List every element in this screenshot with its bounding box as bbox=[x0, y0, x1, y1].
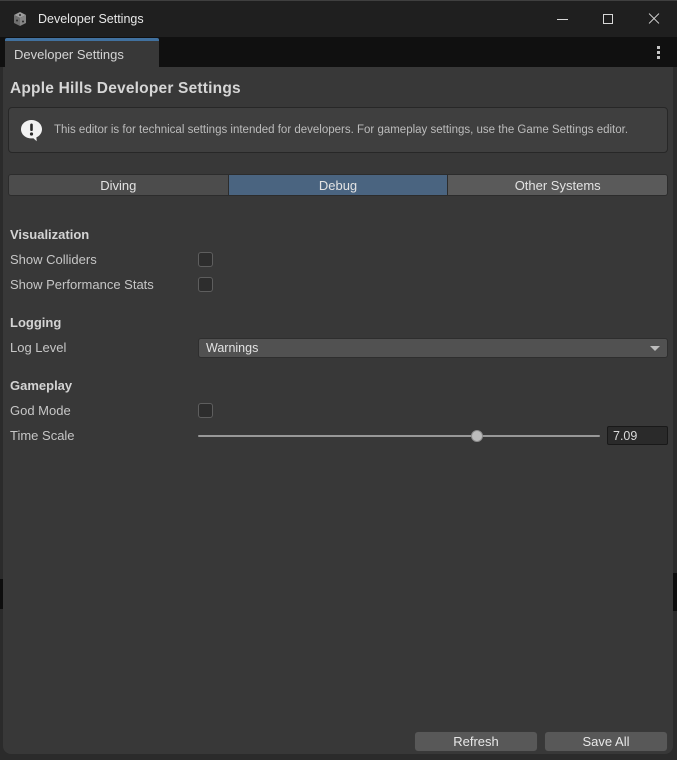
title-bar: Developer Settings bbox=[0, 1, 677, 37]
editor-tab-strip: Developer Settings bbox=[0, 37, 677, 67]
window-controls bbox=[539, 1, 677, 37]
time-scale-slider[interactable] bbox=[198, 429, 600, 443]
section-logging: Logging Log Level Warnings bbox=[8, 315, 668, 360]
page-title: Apple Hills Developer Settings bbox=[10, 80, 668, 98]
field-label: Show Performance Stats bbox=[10, 277, 198, 292]
log-level-value: Warnings bbox=[206, 341, 258, 355]
god-mode-checkbox[interactable] bbox=[198, 403, 213, 418]
row-show-performance-stats: Show Performance Stats bbox=[8, 272, 668, 297]
field-label: Show Colliders bbox=[10, 252, 198, 267]
section-title: Visualization bbox=[10, 227, 668, 242]
row-log-level: Log Level Warnings bbox=[8, 335, 668, 360]
save-all-button[interactable]: Save All bbox=[544, 731, 668, 752]
log-level-dropdown[interactable]: Warnings bbox=[198, 338, 668, 358]
refresh-button[interactable]: Refresh bbox=[414, 731, 538, 752]
section-visualization: Visualization Show Colliders Show Perfor… bbox=[8, 227, 668, 297]
help-box: This editor is for technical settings in… bbox=[8, 107, 668, 153]
close-button[interactable] bbox=[631, 1, 677, 37]
background-sliver-right bbox=[673, 573, 677, 611]
tab-label: Developer Settings bbox=[14, 47, 124, 62]
field-label: Time Scale bbox=[10, 428, 198, 443]
field-label: Log Level bbox=[10, 340, 198, 355]
developer-settings-window: Developer Settings Developer Settings Ap… bbox=[0, 0, 677, 760]
background-sliver-left bbox=[0, 579, 3, 609]
row-god-mode: God Mode bbox=[8, 398, 668, 423]
maximize-button[interactable] bbox=[585, 1, 631, 37]
slider-track[interactable] bbox=[198, 435, 600, 437]
time-scale-slider-handle[interactable] bbox=[471, 430, 483, 442]
field-label: God Mode bbox=[10, 403, 198, 418]
tab-debug[interactable]: Debug bbox=[229, 175, 448, 195]
show-colliders-checkbox[interactable] bbox=[198, 252, 213, 267]
tab-diving[interactable]: Diving bbox=[9, 175, 228, 195]
time-scale-value-field[interactable]: 7.09 bbox=[607, 426, 668, 445]
minimize-button[interactable] bbox=[539, 1, 585, 37]
show-performance-stats-checkbox[interactable] bbox=[198, 277, 213, 292]
row-show-colliders: Show Colliders bbox=[8, 247, 668, 272]
chevron-down-icon bbox=[650, 346, 660, 351]
row-time-scale: Time Scale 7.09 bbox=[8, 423, 668, 448]
window-title: Developer Settings bbox=[38, 12, 144, 26]
tab-developer-settings[interactable]: Developer Settings bbox=[5, 38, 159, 67]
section-gameplay: Gameplay God Mode Time Scale 7.09 bbox=[8, 378, 668, 448]
minimize-icon bbox=[557, 19, 568, 20]
footer-actions: Refresh Save All bbox=[414, 731, 668, 752]
section-title: Gameplay bbox=[10, 378, 668, 393]
tab-menu-button[interactable] bbox=[650, 43, 666, 61]
maximize-icon bbox=[603, 14, 613, 24]
window-dice-icon bbox=[11, 10, 29, 28]
kebab-vertical-icon bbox=[657, 46, 660, 49]
tab-other-systems[interactable]: Other Systems bbox=[448, 175, 667, 195]
mode-tab-bar: Diving Debug Other Systems bbox=[8, 174, 668, 196]
close-icon bbox=[648, 13, 660, 25]
help-box-text: This editor is for technical settings in… bbox=[54, 122, 628, 138]
info-speech-bubble-icon bbox=[18, 117, 45, 144]
settings-panel: Apple Hills Developer Settings This edit… bbox=[3, 67, 673, 754]
section-title: Logging bbox=[10, 315, 668, 330]
